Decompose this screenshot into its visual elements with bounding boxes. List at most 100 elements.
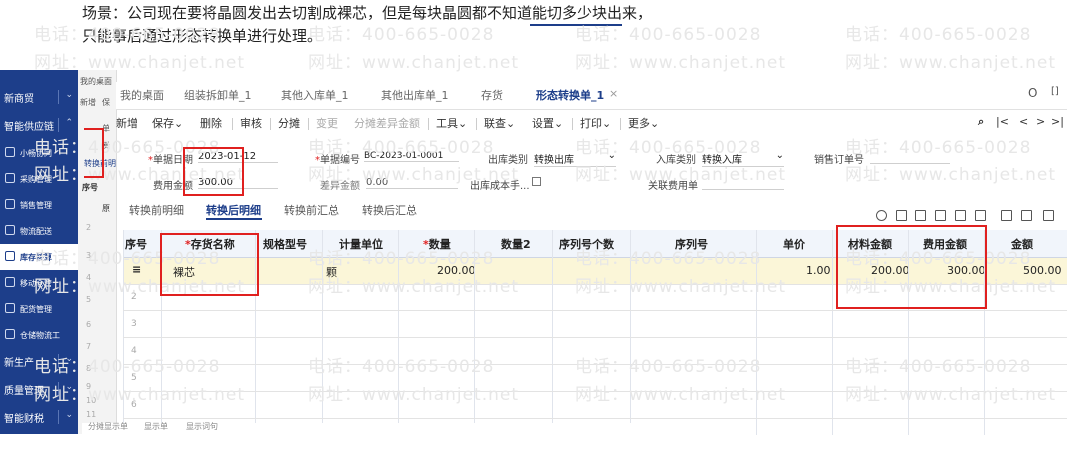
delete-button[interactable]: 删除	[200, 115, 222, 131]
strip-label: 原	[102, 204, 110, 213]
active-tab-underline	[530, 24, 622, 26]
strip-label: 10	[86, 396, 97, 405]
row-divider	[123, 310, 1067, 311]
query-menu[interactable]: 联查⌄	[484, 115, 515, 131]
truck-icon	[5, 225, 15, 235]
chevron-down-icon: ⌄	[554, 117, 564, 130]
col-header-qty2: 数量2	[501, 238, 531, 251]
tab-other-inbound[interactable]: 其他入库单_1	[281, 87, 349, 103]
sidebar-item-label: 配货管理	[20, 304, 52, 314]
watermark-site: 网址：www.chanjet.net	[308, 385, 520, 405]
related-fee-field[interactable]	[702, 177, 784, 190]
save-button[interactable]: 保存⌄	[152, 115, 183, 131]
background-window-strip: 我的桌面 新增 保 单 费 转换前明 序号 原 2 3 4 5 6 7 8 9 …	[78, 70, 117, 434]
number-label: *单据编号	[315, 155, 360, 166]
sidebar-item-logistics[interactable]: 物流配送	[0, 218, 78, 244]
new-button[interactable]: 新增	[116, 115, 138, 131]
filter-icon[interactable]	[955, 210, 966, 221]
grid-divider	[630, 230, 631, 435]
settings-icon[interactable]	[1043, 210, 1054, 221]
insert-row-icon[interactable]	[975, 210, 986, 221]
chevron-down-icon: ⌄	[506, 117, 516, 130]
divider	[232, 118, 233, 130]
tab-form-conversion[interactable]: 形态转换单_1	[536, 87, 604, 103]
chevron-up-icon: ⌃	[58, 118, 73, 132]
sidebar-item-collab[interactable]: 小畅协同	[0, 140, 78, 166]
change-button[interactable]: 变更	[316, 115, 338, 131]
sales-order-field[interactable]	[870, 151, 950, 164]
cell-unit[interactable]: 颗	[326, 264, 337, 280]
divider	[572, 118, 573, 130]
sidebar-item-supply-chain[interactable]: 智能供应链 ⌃	[0, 112, 78, 138]
sidebar-item-finance[interactable]: 智能财税 ⌄	[0, 404, 78, 430]
export-icon[interactable]	[1001, 210, 1012, 221]
cell-price[interactable]: 1.00	[806, 264, 831, 277]
sidebar-item-inventory[interactable]: 库存核算	[0, 244, 78, 270]
highlight-box-side	[84, 128, 104, 178]
strip-label: 6	[86, 320, 92, 329]
grid-divider	[756, 230, 757, 435]
sidebar-item-sales[interactable]: 销售管理	[0, 192, 78, 218]
tools-menu[interactable]: 工具⌄	[436, 115, 467, 131]
in-type-select[interactable]: 转换入库 ⌄	[702, 150, 784, 167]
search-icon[interactable]: O	[1028, 86, 1037, 100]
out-type-label: 出库类别	[488, 155, 528, 166]
sidebar-item-mobile-warehouse[interactable]: 移动仓管	[0, 270, 78, 296]
sidebar-item-distribution[interactable]: 配货管理	[0, 296, 78, 322]
location-icon[interactable]	[876, 210, 887, 221]
nav-prev-button[interactable]: <	[1019, 115, 1028, 128]
cell-qty[interactable]: 200.00	[437, 264, 476, 277]
tab-before-detail[interactable]: 转换前明细	[129, 202, 184, 218]
grid-divider	[322, 230, 323, 435]
settings-label: 设置	[532, 117, 554, 130]
search-doc-icon[interactable]: ⌕	[978, 115, 984, 129]
audit-button[interactable]: 审核	[240, 115, 262, 131]
out-type-select[interactable]: 转换出库 ⌄	[534, 150, 616, 167]
add-row-icon[interactable]	[896, 210, 907, 221]
tab-my-desktop[interactable]: 我的桌面	[120, 87, 164, 103]
split-button[interactable]: 分摊	[278, 115, 300, 131]
highlight-box-fee	[183, 147, 244, 196]
sidebar-item-production[interactable]: 新生产 ⌄	[0, 348, 78, 374]
caption-line-2: 只能事后通过形态转换单进行处理。	[82, 27, 323, 45]
more-menu[interactable]: 更多⌄	[628, 115, 659, 131]
cost-manual-checkbox[interactable]	[532, 177, 541, 186]
print-menu[interactable]: 打印⌄	[580, 115, 611, 131]
settings-menu[interactable]: 设置⌄	[532, 115, 563, 131]
tab-after-detail[interactable]: 转换后明细	[206, 202, 261, 218]
tab-before-summary[interactable]: 转换前汇总	[284, 202, 339, 218]
split-column-icon[interactable]	[1021, 210, 1032, 221]
nav-first-button[interactable]: |<	[996, 115, 1009, 128]
close-icon[interactable]: ×	[609, 87, 618, 100]
tab-other-outbound[interactable]: 其他出库单_1	[381, 87, 449, 103]
sidebar-item-label: 移动仓管	[20, 278, 52, 288]
nav-next-button[interactable]: >	[1036, 115, 1045, 128]
number-field[interactable]: BC-2023-01-0001	[364, 151, 459, 162]
strip-label: 保	[102, 98, 110, 107]
col-header-price: 单价	[783, 238, 805, 251]
chevron-down-icon: ⌄	[58, 354, 73, 368]
expand-icon[interactable]: []	[1051, 86, 1059, 97]
row-divider	[123, 391, 1067, 392]
nav-last-button[interactable]: >|	[1051, 115, 1064, 128]
tab-assembly[interactable]: 组装拆卸单_1	[184, 87, 252, 103]
tab-after-summary[interactable]: 转换后汇总	[362, 202, 417, 218]
copy-row-icon[interactable]	[915, 210, 926, 221]
warehouse-icon	[5, 251, 15, 261]
cell-amount[interactable]: 500.00	[1023, 264, 1062, 277]
row-handle-icon[interactable]: ≡	[132, 263, 141, 276]
sidebar-item-label: 智能供应链	[4, 121, 54, 133]
save-label: 保存	[152, 117, 174, 130]
more-label: 更多	[628, 117, 650, 130]
chevron-down-icon: ⌄	[58, 90, 73, 104]
sidebar-item-storage-logistics[interactable]: 仓储物流工	[0, 322, 78, 348]
sidebar-item-purchase[interactable]: 采购管理	[0, 166, 78, 192]
split-diff-button[interactable]: 分摊差异金额	[354, 115, 420, 131]
sidebar-item-quality[interactable]: 质量管理 ⌄	[0, 376, 78, 402]
delete-row-icon[interactable]	[935, 210, 946, 221]
col-header-qty: *数量	[423, 238, 451, 251]
sidebar-item-new-trade[interactable]: 新商贸 ⌄	[0, 84, 78, 110]
strip-label: 4	[86, 273, 92, 282]
strip-label: 5	[86, 295, 92, 304]
tab-inventory[interactable]: 存货	[481, 87, 503, 103]
